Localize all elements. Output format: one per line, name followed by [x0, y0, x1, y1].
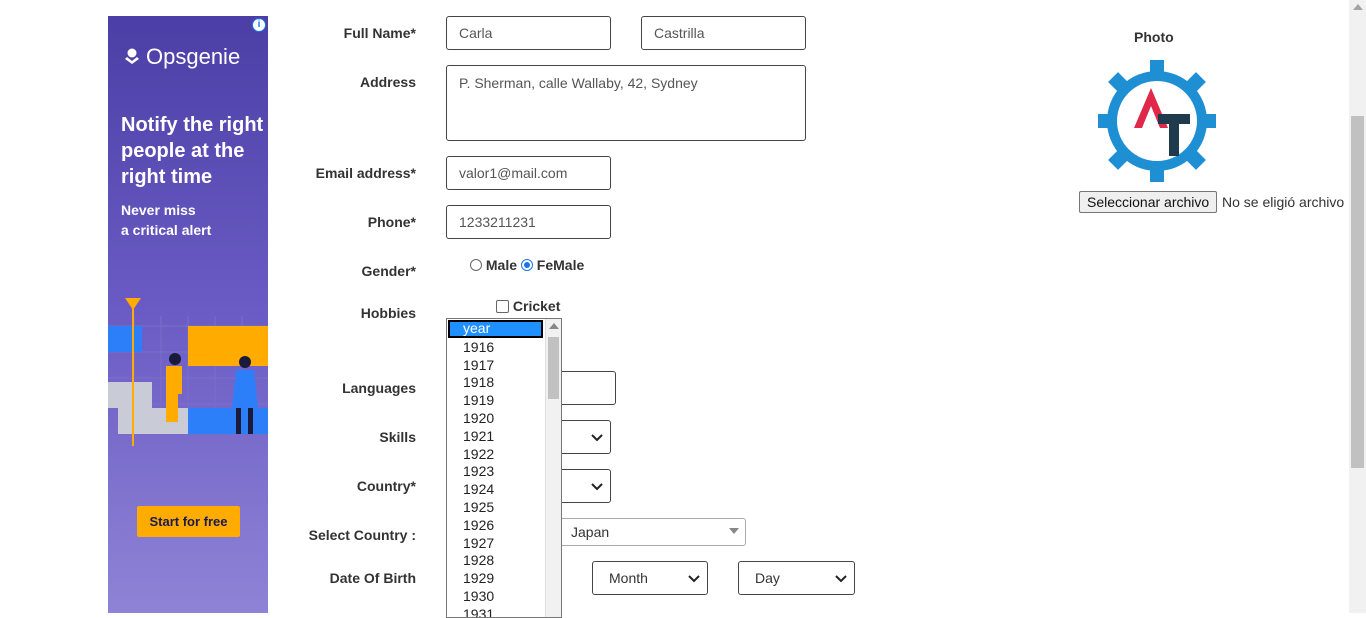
ad-subline-2: a critical alert	[121, 222, 212, 238]
dob-label: Date Of Birth	[329, 570, 416, 586]
phone-input[interactable]: 1233211231	[446, 205, 611, 239]
chevron-down-icon	[591, 434, 603, 442]
year-option[interactable]: 1921	[447, 428, 561, 446]
full-name-label: Full Name*	[343, 25, 416, 41]
first-name-input[interactable]: Carla	[446, 16, 611, 50]
hobby-cricket-label: Cricket	[512, 298, 561, 314]
ad-subline: Never miss a critical alert	[121, 200, 261, 240]
info-icon[interactable]: i	[252, 18, 266, 32]
year-option[interactable]: 1922	[447, 446, 561, 464]
hobby-cricket: Cricket	[496, 298, 560, 314]
year-option[interactable]: 1923	[447, 463, 561, 481]
chevron-down-icon	[591, 483, 603, 491]
dropdown-scroll-thumb[interactable]	[548, 337, 559, 399]
opsgenie-mark-icon	[125, 48, 139, 64]
scroll-up-icon[interactable]	[549, 323, 559, 329]
scroll-up-icon[interactable]	[1353, 4, 1363, 10]
gender-female-label: FeMale	[536, 257, 585, 273]
email-input[interactable]: valor1@mail.com	[446, 156, 611, 190]
year-option[interactable]: 1924	[447, 481, 561, 499]
year-option[interactable]: 1931	[447, 606, 561, 617]
file-status-text: No se eligió archivo	[1222, 194, 1345, 210]
ad-brand: Opsgenie	[146, 44, 241, 69]
year-dropdown-list[interactable]: year 1916 1917 1918 1919 1920 1921 1922 …	[446, 318, 562, 618]
opsgenie-ad[interactable]: i Opsgenie Notify the right people at th…	[108, 16, 268, 613]
year-option[interactable]: 1916	[447, 339, 561, 357]
address-textarea[interactable]: P. Sherman, calle Wallaby, 42, Sydney	[446, 65, 806, 141]
country-label: Country*	[356, 478, 416, 494]
phone-label: Phone*	[367, 214, 416, 230]
year-option[interactable]: 1919	[447, 392, 561, 410]
year-option[interactable]: 1929	[447, 570, 561, 588]
year-option[interactable]: 1928	[447, 552, 561, 570]
year-option[interactable]: 1917	[447, 357, 561, 375]
ad-illustration	[108, 298, 268, 446]
opsgenie-logo: Opsgenie	[124, 44, 240, 70]
year-option[interactable]: 1926	[447, 517, 561, 535]
dob-month-select[interactable]: Month	[592, 561, 708, 595]
dob-month-value: Month	[609, 570, 648, 586]
dob-day-select[interactable]: Day	[738, 561, 855, 595]
email-label: Email address*	[315, 165, 416, 181]
caret-down-icon	[729, 528, 739, 534]
year-option[interactable]: 1918	[447, 374, 561, 392]
dropdown-scrollbar[interactable]	[545, 319, 561, 617]
gender-female-radio[interactable]	[520, 259, 533, 271]
select-country-label: Select Country :	[308, 527, 416, 543]
gender-male-radio[interactable]	[470, 259, 482, 271]
photo-label: Photo	[1134, 29, 1174, 45]
chevron-down-icon	[835, 575, 847, 583]
choose-file-button[interactable]: Seleccionar archivo	[1079, 191, 1218, 213]
gender-male-label: Male	[485, 257, 518, 273]
last-name-input[interactable]: Castrilla	[641, 16, 806, 50]
page-scrollbar[interactable]	[1349, 0, 1366, 613]
select-country-value: Japan	[571, 524, 610, 540]
hobbies-label: Hobbies	[360, 305, 416, 321]
year-option[interactable]: year	[448, 320, 543, 338]
dob-day-value: Day	[755, 570, 780, 586]
year-option[interactable]: 1927	[447, 535, 561, 553]
languages-label: Languages	[342, 380, 416, 396]
automation-testing-logo-icon	[1098, 60, 1216, 182]
address-label: Address	[359, 74, 416, 90]
ad-subline-1: Never miss	[121, 202, 196, 218]
ad-headline: Notify the right people at the right tim…	[121, 114, 264, 188]
gender-label: Gender*	[361, 263, 416, 279]
chevron-down-icon	[688, 575, 700, 583]
year-option[interactable]: 1925	[447, 499, 561, 517]
hobby-cricket-checkbox[interactable]	[496, 300, 509, 313]
page-scroll-thumb[interactable]	[1351, 116, 1364, 468]
ad-cta-button[interactable]: Start for free	[137, 506, 240, 537]
year-option[interactable]: 1930	[447, 588, 561, 606]
year-option[interactable]: 1920	[447, 410, 561, 428]
gender-group: Male FeMale	[470, 257, 584, 273]
skills-label: Skills	[379, 429, 416, 445]
